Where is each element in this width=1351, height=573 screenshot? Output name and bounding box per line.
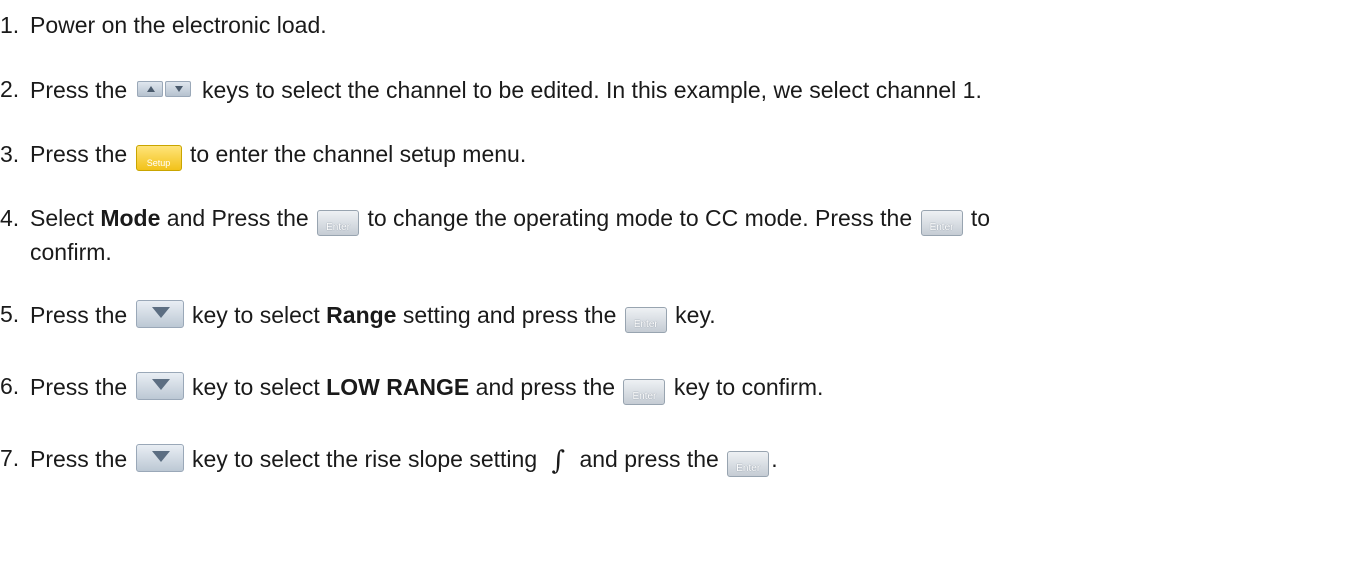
step-text: key to select xyxy=(191,374,320,400)
step-text: key to select xyxy=(191,302,320,328)
step-keyword: LOW RANGE xyxy=(326,374,470,400)
step-text: and Press the xyxy=(166,205,309,231)
enter-key-icon: Enter xyxy=(317,210,360,236)
step-text: . xyxy=(771,446,778,472)
step-keyword: Mode xyxy=(100,205,161,231)
enter-key-icon: Enter xyxy=(920,210,963,236)
step-text: and press the xyxy=(579,446,719,472)
step-text: Power on the electronic load. xyxy=(30,12,327,38)
step-keyword: Range xyxy=(326,302,397,328)
step-text: keys to select the channel to be edited.… xyxy=(201,77,982,103)
step-text: key to confirm. xyxy=(673,374,824,400)
step-text: to enter the channel setup menu. xyxy=(189,141,527,167)
step-text: Select xyxy=(30,205,94,231)
step-text: Press the xyxy=(30,77,128,103)
step-text: key to select the rise slope setting xyxy=(191,446,538,472)
down-key-icon xyxy=(135,300,184,328)
step-text: Press the xyxy=(30,374,128,400)
step-number: 1. xyxy=(0,12,20,38)
step-number: 4. xyxy=(0,205,20,231)
step-number: 6. xyxy=(0,373,20,399)
up-arrow-icon xyxy=(136,81,163,97)
step-text: Press the xyxy=(30,141,128,167)
step-text: to xyxy=(970,205,991,231)
step-number: 7. xyxy=(0,445,20,471)
setup-key-icon: Setup xyxy=(135,145,182,171)
step-number: 5. xyxy=(0,301,20,327)
step-text: Press the xyxy=(30,302,128,328)
step-text: Press the xyxy=(30,446,128,472)
step-text: confirm. xyxy=(30,239,112,265)
step-number: 3. xyxy=(0,141,20,167)
down-arrow-icon xyxy=(164,81,191,97)
enter-key-icon: Enter xyxy=(727,451,770,477)
down-key-icon xyxy=(135,444,184,472)
enter-key-icon: Enter xyxy=(624,307,667,333)
step-text: and press the xyxy=(475,374,616,400)
step-text: to change the operating mode to CC mode.… xyxy=(367,205,913,231)
up-down-keys-icon xyxy=(136,75,193,97)
enter-key-icon: Enter xyxy=(623,379,666,405)
step-number: 2. xyxy=(0,76,20,102)
step-text: setting and press the xyxy=(402,302,617,328)
step-text: key. xyxy=(675,302,716,328)
rise-slope-icon: ∫ xyxy=(551,446,566,476)
down-key-icon xyxy=(135,372,184,400)
